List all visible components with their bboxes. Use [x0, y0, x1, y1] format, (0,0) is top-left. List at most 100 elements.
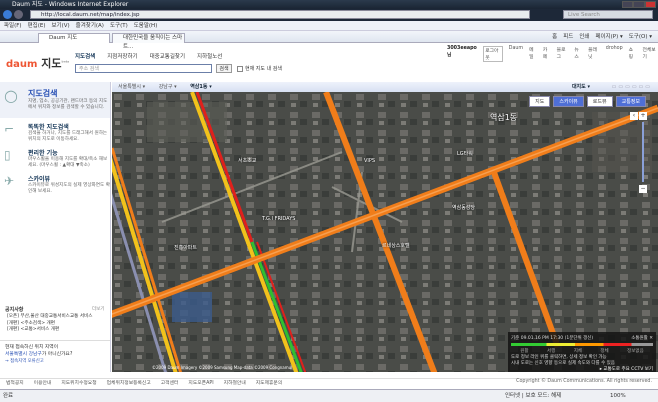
map-tool-icons[interactable]: ▭▭▭▭▭▭ [612, 82, 652, 92]
menu-favorites[interactable]: 즐겨찾기(A) [76, 21, 104, 30]
cctv-link[interactable]: ▸ 교통도로 주요 CCTV 보기 [511, 366, 653, 372]
search-input[interactable]: 주소 검색 [75, 64, 212, 73]
notice-item[interactable]: [오픈] 부산,울산 대중교통서비스교통 서비스 [7, 314, 93, 321]
legend-close-icon[interactable]: ✕ [649, 336, 653, 341]
map-label[interactable]: 역삼동성당 [452, 204, 475, 211]
daum-map-logo[interactable]: daum 지도beta [6, 55, 69, 71]
section-title: 스카이뷰 [28, 176, 51, 183]
notice-more[interactable]: 더보기 [92, 306, 104, 312]
map-type-map[interactable]: 지도 [529, 96, 551, 107]
location-question-2: 가 아니신가요? [41, 352, 73, 357]
map-roads [112, 92, 658, 372]
menu-file[interactable]: 파일(F) [4, 21, 22, 30]
link-planet[interactable]: 플래닛 [588, 46, 600, 62]
link-drohop[interactable]: drohop [606, 46, 623, 62]
tools-menu[interactable]: 도구(O) ▾ [629, 32, 652, 42]
section-desc: 검색을 하거나, 지도를 드래그해서 원하는 위치의 지도로 이동하세요. [28, 131, 108, 142]
zoom-in-button[interactable]: + [639, 112, 647, 120]
status-text: 완료 [3, 393, 14, 399]
tab-second[interactable]: 대한민국을 움직이는 스마트... [112, 33, 185, 50]
section-desc: 스카이뷰로 위성지도의 실제 영상화면도 확인해 보세요. [28, 183, 110, 194]
map-toolbar: 서울특별시 ▾ 강남구 ▾ 역삼1동 ▾ 대지도 ▾ ▭▭▭▭▭▭ [112, 82, 658, 92]
map-type-traffic[interactable]: 교통정보 [615, 96, 646, 107]
live-search-input[interactable]: Live Search [563, 10, 653, 19]
map-label[interactable]: VIPS [364, 158, 375, 164]
link-all[interactable]: 전체보기 [642, 46, 658, 62]
menu-view[interactable]: 보기(V) [51, 21, 69, 30]
menu-edit[interactable]: 편집(E) [28, 21, 46, 30]
nav-save-point[interactable]: 지점저장하기 [107, 52, 137, 60]
divider [0, 340, 110, 341]
legend-level: 정보없음 [627, 349, 644, 354]
nav-map-search[interactable]: 지도검색 [75, 52, 95, 60]
logo-suffix: 지도 [41, 57, 62, 70]
link-cafe[interactable]: 카페 [543, 46, 551, 62]
print-button[interactable]: 인쇄 [579, 32, 589, 42]
link-news[interactable]: 뉴스 [574, 46, 582, 62]
location-notice: 현재 접속하신 위치 지역이 서울특별시 강남구가 아니신가요? → 접속지역 … [5, 344, 72, 365]
menu-bar: 파일(F) 편집(E) 보기(V) 즐겨찾기(A) 도구(T) 도움말(H) [0, 21, 658, 31]
map-label[interactable]: LG타워 [457, 150, 473, 157]
link-mail[interactable]: 메일 [529, 46, 537, 62]
notice-item[interactable]: [개편] <교통>서비스 개편 [7, 327, 93, 334]
legend-toggle[interactable]: 소통원활 [631, 336, 648, 341]
map-type-skyview[interactable]: 스카이뷰 [553, 96, 584, 107]
zoom-out-button[interactable]: − [639, 185, 647, 193]
back-icon[interactable] [3, 10, 12, 19]
map-label[interactable]: 진흥아파트 [174, 244, 197, 251]
security-zone[interactable]: 인터넷 | 보호 모드: 해제 [505, 390, 561, 402]
traffic-legend: 기준 09.01.16 PM 17:30 (1분단위 갱신) 소통원활 ✕ 원활 서… [508, 332, 656, 372]
map-view[interactable]: 역삼1동 T.G.I FRIDAYS VIPS LG타워 진흥아파트 서초초교 … [112, 92, 658, 372]
map-label[interactable]: T.G.I FRIDAYS [262, 216, 295, 222]
link-shopping[interactable]: 쇼핑 [629, 46, 637, 62]
feeds-button[interactable]: 피드 [563, 32, 573, 42]
legend-time: 기준 09.01.16 PM 17:30 (1분단위 갱신) [511, 336, 594, 341]
location-report-link[interactable]: → 접속지역 오류신고 [5, 358, 72, 365]
location-place[interactable]: 서울특별시 강남구 [5, 352, 42, 357]
section-title: 똑똑한 지도검색 [28, 124, 69, 131]
pan-left-button[interactable]: ‹ [630, 112, 638, 120]
footer-link[interactable]: 지하철안내 [224, 379, 246, 388]
menu-tools[interactable]: 도구(T) [110, 21, 128, 30]
tab-daum-map[interactable]: Daum 지도 [38, 33, 110, 43]
link-blog[interactable]: 블로그 [557, 46, 569, 62]
nav-transit[interactable]: 대중교통길찾기 [150, 52, 185, 60]
link-daum[interactable]: Daum [509, 46, 523, 62]
map-label: 역삼1동 [490, 113, 518, 122]
breadcrumb-dong[interactable]: 역삼1동 ▾ [190, 84, 212, 90]
notice-list: [오픈] 부산,울산 대중교통서비스교통 서비스 [개편] <주소검색> 개편 … [7, 314, 93, 334]
footer-link[interactable]: 법적공지 [6, 379, 24, 388]
footer-link[interactable]: 지도위치수정요청 [61, 379, 96, 388]
window-controls[interactable] [622, 1, 656, 8]
footer-link[interactable]: 이용안내 [34, 379, 52, 388]
current-map-search-checkbox[interactable]: 현재 지도 내 검색 [237, 65, 282, 72]
map-label[interactable]: 르네상스호텔 [382, 242, 410, 249]
checkbox[interactable] [237, 65, 243, 72]
breadcrumb-city[interactable]: 서울특별시 ▾ [118, 84, 145, 90]
logout-button[interactable]: 로그아웃 [483, 46, 503, 62]
zoom-level[interactable]: 100% [610, 390, 626, 402]
footer-link[interactable]: 고객센터 [161, 379, 179, 388]
section-title: 지도검색 [28, 89, 58, 98]
footer-link[interactable]: 지도오픈API [188, 379, 213, 388]
bigmap-menu[interactable]: 대지도 ▾ [572, 82, 590, 92]
map-imagery-copyright: ©2009 Daum Imagery ©2009 Samsung Map-dat… [152, 365, 293, 370]
nav-subway[interactable]: 지하철노선 [197, 52, 222, 60]
map-type-roadview[interactable]: 로드뷰 [586, 96, 613, 107]
search-button[interactable]: 검색 [216, 64, 232, 73]
command-bar: 홈 피드 인쇄 페이지(P) ▾ 도구(O) ▾ [552, 32, 652, 42]
zoom-slider[interactable] [642, 122, 644, 182]
page-menu[interactable]: 페이지(P) ▾ [595, 32, 622, 42]
home-button[interactable]: 홈 [552, 32, 557, 42]
section-title: 편리한 기능 [28, 150, 58, 157]
top-links: 3003eeapo님 로그아웃 Daum 메일 카페 블로그 뉴스 플래닛 drohop 쇼핑… [447, 46, 658, 62]
footer-link[interactable]: 업체위치정보등록신고 [107, 379, 151, 388]
window-title: Daum 지도 - Windows Internet Explorer [0, 0, 658, 9]
address-input[interactable]: http://local.daum.net/map/index.jsp [30, 10, 530, 19]
footer-link[interactable]: 지도제휴문의 [256, 379, 282, 388]
map-type-switcher: 지도 스카이뷰 로드뷰 교통정보 [529, 96, 646, 107]
map-label[interactable]: 서초초교 [238, 157, 256, 164]
breadcrumb-district[interactable]: 강남구 ▾ [159, 84, 177, 90]
forward-icon[interactable] [14, 10, 23, 19]
menu-help[interactable]: 도움말(H) [134, 21, 158, 30]
